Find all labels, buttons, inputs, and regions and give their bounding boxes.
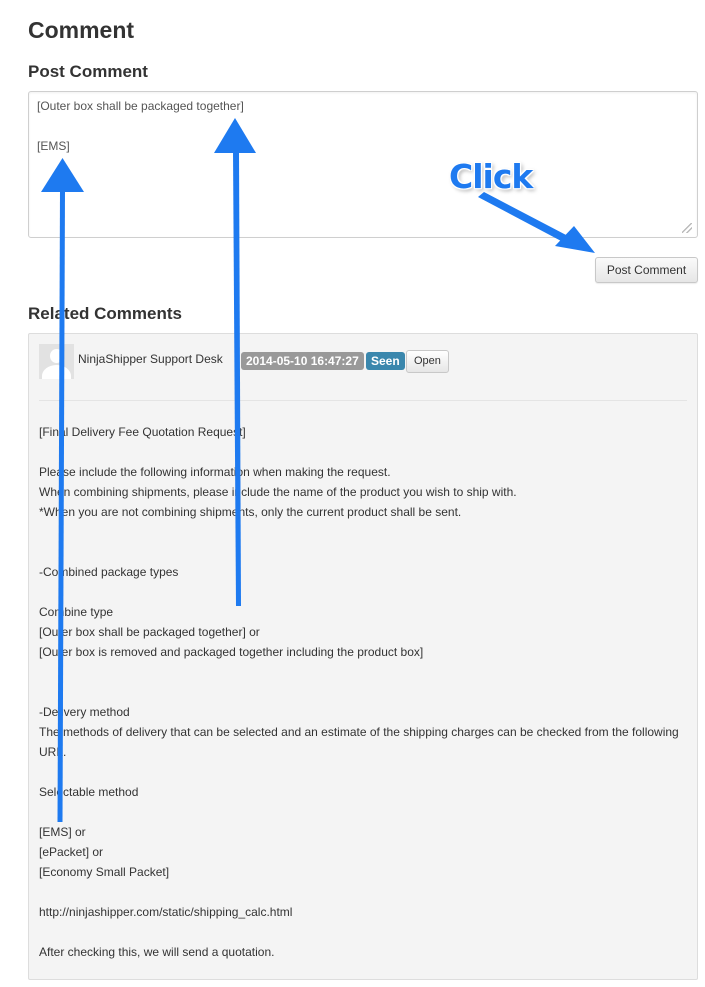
comment-body-line [39,762,687,782]
comment-body: [Final Delivery Fee Quotation Request] Pl… [39,422,687,962]
comment-body-line [39,802,687,822]
comment-body-line: -Delivery method [39,705,130,719]
comment-body-line: The methods of delivery that can be sele… [39,725,683,759]
page-title: Comment [28,17,135,43]
resize-grip-icon[interactable] [682,223,692,233]
comment-body-line [39,442,687,462]
comment-body-line: After checking this, we will send a quot… [39,945,275,959]
comment-body-line [39,582,687,602]
comment-body-line: Please include the following information… [39,465,391,479]
comment-body-line: Selectable method [39,785,139,799]
comment-date-badge: 2014-05-10 16:47:27 [241,352,364,370]
avatar [39,344,74,379]
post-comment-button[interactable]: Post Comment [595,257,698,283]
comment-textarea[interactable]: [Outer box shall be packaged together] [… [28,91,698,238]
comment-body-line: *When you are not combining shipments, o… [39,505,462,519]
comment-body-line [39,922,687,942]
comment-body-line: [ePacket] or [39,845,104,859]
avatar-body-icon [42,365,71,379]
comment-textarea-line-2: [EMS] [37,139,70,153]
comment-body-line [39,682,687,702]
comment-author: NinjaShipper Support Desk [78,352,223,366]
avatar-head-icon [50,349,63,363]
open-button[interactable]: Open [406,350,449,373]
comment-body-line [39,662,687,682]
comment-body-line: [Outer box shall be packaged together] o… [39,625,260,639]
shipping-calc-link[interactable]: http://ninjashipper.com/static/shipping_… [39,902,687,922]
comment-body-line [39,882,687,902]
comment-textarea-line-1: [Outer box shall be packaged together] [37,99,244,113]
comment-body-line: [Economy Small Packet] [39,865,170,879]
related-comments-heading: Related Comments [28,304,182,323]
click-annotation: Click [449,157,533,196]
comment-body-line: [Final Delivery Fee Quotation Request] [39,425,246,439]
comment-body-line [39,522,687,542]
seen-badge: Seen [366,352,405,370]
post-comment-heading: Post Comment [28,62,148,81]
comment-body-line: -Combined package types [39,565,179,579]
comment-card: NinjaShipper Support Desk 2014-05-10 16:… [28,333,698,980]
comment-body-line: [EMS] or [39,825,86,839]
comment-body-line: [Outer box is removed and packaged toget… [39,645,424,659]
comment-body-line: Combine type [39,605,114,619]
divider [39,400,687,401]
comment-body-line [39,542,687,562]
comment-body-line: When combining shipments, please include… [39,485,517,499]
